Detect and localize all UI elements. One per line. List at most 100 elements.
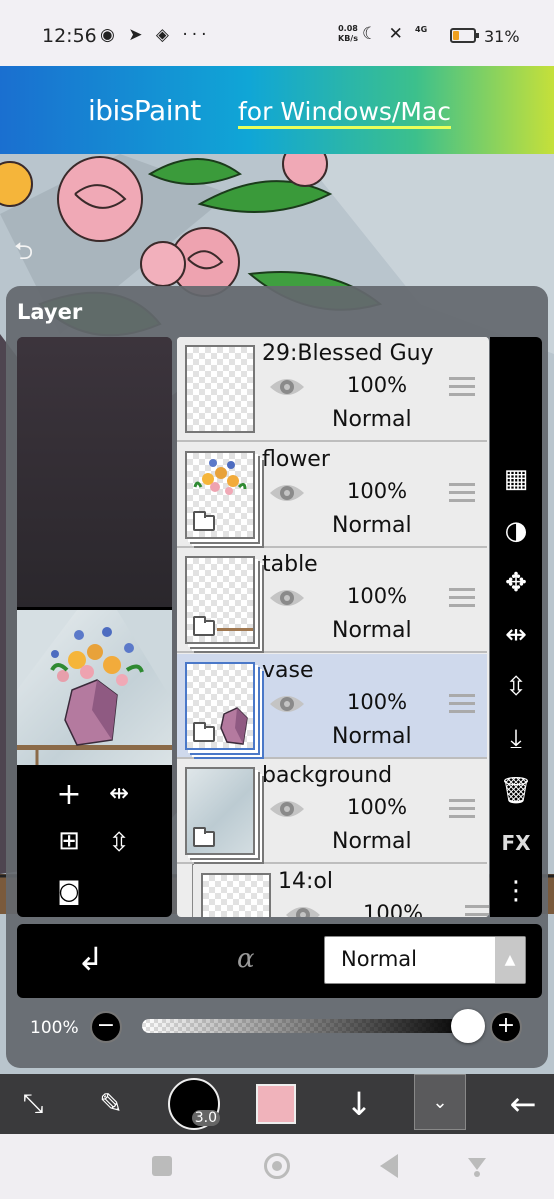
eye-icon[interactable]	[268, 375, 306, 399]
folder-icon	[193, 721, 215, 742]
layer-opacity: 100%	[347, 689, 408, 714]
drag-handle-icon[interactable]	[449, 799, 475, 819]
back-arrow-icon[interactable]: ←	[496, 1074, 550, 1134]
checkerboard-icon[interactable]: ▦	[496, 461, 536, 497]
brush-size-value: 3.0	[191, 1110, 220, 1126]
blend-mode-value: Normal	[341, 947, 417, 971]
canvas-preview[interactable]	[17, 610, 172, 765]
home-icon[interactable]	[264, 1153, 290, 1179]
layer-opacity: 100%	[347, 373, 408, 397]
folder-icon	[193, 510, 215, 531]
alpha-lock-button[interactable]: α	[237, 944, 255, 974]
battery-fill	[453, 31, 459, 40]
drag-handle-icon[interactable]	[449, 377, 475, 397]
layer-row[interactable]: background 100% Normal	[177, 759, 487, 864]
layer-thumbnail[interactable]	[185, 661, 255, 750]
layer-opacity: 100%	[363, 900, 424, 918]
flip-vertical-icon[interactable]: ⇳	[99, 823, 139, 863]
drag-handle-icon[interactable]	[449, 693, 475, 714]
layer-blend-mode: Normal	[332, 618, 412, 643]
flip-vertical-icon[interactable]: ⇳	[496, 669, 536, 705]
layer-thumbnail[interactable]	[185, 345, 255, 433]
plus-icon[interactable]: +	[49, 775, 89, 815]
battery-icon	[450, 28, 479, 43]
eye-icon[interactable]	[268, 797, 306, 821]
layer-blend-mode: Normal	[332, 512, 412, 538]
layer-row[interactable]: table 100% Normal	[177, 548, 487, 653]
net-speed-value: 0.08	[338, 24, 358, 33]
layer-left-tools: + ⇹ ⊞ ⇳ ◙	[17, 337, 172, 917]
assistant-icon[interactable]	[466, 1154, 488, 1178]
preview-artwork	[17, 610, 172, 765]
system-navbar	[0, 1134, 554, 1199]
eye-icon[interactable]	[268, 692, 306, 716]
layer-opacity: 100%	[347, 478, 408, 503]
layer-blend-mode: Normal	[332, 829, 412, 854]
layer-name: 29:Blessed Guy	[262, 341, 434, 366]
add-special-layer-icon[interactable]: ⊞	[49, 821, 89, 861]
layer-opacity: 100%	[347, 795, 408, 819]
layer-name: table	[262, 552, 318, 577]
layer-name: vase	[262, 657, 314, 683]
eye-icon[interactable]	[268, 481, 306, 505]
layer-row[interactable]: vase 100% Normal	[177, 653, 487, 759]
opacity-slider[interactable]	[142, 1009, 485, 1043]
layer-name: 14:ol	[278, 868, 333, 894]
transform-eraser-icon[interactable]: ⤡	[8, 1074, 58, 1134]
flip-horizontal-icon[interactable]: ⇹	[99, 773, 139, 813]
clipping-icon[interactable]: ↲	[77, 940, 104, 978]
drag-handle-icon[interactable]	[465, 904, 489, 918]
menu-chevron-icon[interactable]: ⌄	[414, 1074, 466, 1130]
color-swatch[interactable]	[256, 1084, 296, 1124]
net-speed: 0.08 KB/s	[338, 24, 358, 44]
layer-thumbnail[interactable]	[185, 556, 255, 644]
drag-handle-icon[interactable]	[449, 588, 475, 608]
layer-thumbnail[interactable]	[185, 450, 255, 539]
arrow-down-icon[interactable]: ↓	[334, 1074, 384, 1134]
status-time: 12:56	[42, 25, 97, 47]
merge-down-icon[interactable]: ⤓	[496, 721, 536, 757]
chevron-up-icon: ▲	[495, 937, 525, 983]
layer-panel: Layer + ⇹ ⊞ ⇳ ◙ 29:Blessed Guy 100% Norm…	[6, 286, 548, 1068]
flip-horizontal-icon[interactable]: ⇹	[496, 617, 536, 653]
layer-blend-mode: Normal	[332, 723, 412, 749]
more-vertical-icon[interactable]: ⋮	[496, 873, 536, 909]
status-bar: 12:56 ◉ ➤ ◈ ··· 0.08 KB/s ☾ ✕ 4G 31%	[0, 0, 554, 66]
camera-icon[interactable]: ◙	[49, 871, 89, 911]
layer-name: background	[262, 763, 393, 788]
drag-handle-icon[interactable]	[449, 482, 475, 503]
layer-thumbnail[interactable]	[185, 767, 255, 855]
panel-title: Layer	[17, 300, 83, 324]
moon-mute-icons: ☾ ✕	[362, 24, 406, 44]
layer-thumbnail[interactable]	[201, 872, 271, 917]
plus-icon[interactable]: +	[490, 1011, 522, 1043]
notification-icons: ◉ ➤ ◈ ···	[100, 25, 211, 45]
move-icon[interactable]: ✥	[496, 565, 536, 601]
layer-options-bar: ↲ α Normal ▲	[17, 924, 542, 998]
layer-row[interactable]: flower 100% Normal	[177, 442, 487, 548]
trash-icon[interactable]: 🗑	[496, 773, 536, 809]
blend-mode-select[interactable]: Normal ▲	[324, 936, 526, 984]
eye-icon[interactable]	[284, 903, 322, 918]
folder-icon	[193, 827, 215, 847]
slider-knob[interactable]	[451, 1009, 485, 1043]
undo-icon[interactable]: ⮌	[14, 234, 33, 275]
brush-size-button[interactable]: 3.0	[168, 1078, 220, 1130]
minus-icon[interactable]: −	[90, 1011, 122, 1043]
layer-list[interactable]: 29:Blessed Guy 100% Normal flower 100% Normal…	[177, 337, 489, 917]
half-circle-icon[interactable]: ◑	[496, 513, 536, 549]
net-speed-unit: KB/s	[338, 34, 358, 43]
nav-back-icon[interactable]	[380, 1154, 398, 1178]
recents-icon[interactable]	[152, 1156, 172, 1176]
bottom-toolbar: ⤡ ✎ 3.0 ↓ ⌄ ←	[0, 1074, 554, 1134]
opacity-label: 100%	[30, 1018, 79, 1038]
opacity-row: 100% − +	[26, 1009, 536, 1047]
layer-row[interactable]: 14:ol100%Normal	[193, 864, 489, 918]
brush-icon[interactable]: ✎	[86, 1074, 136, 1134]
net-type: 4G	[415, 25, 428, 34]
eye-icon[interactable]	[268, 586, 306, 610]
fx-button[interactable]: FX	[496, 825, 536, 861]
canvas-backdrop	[17, 337, 172, 607]
ad-banner[interactable]: ibisPaint for Windows/Mac	[0, 66, 554, 154]
layer-row[interactable]: 29:Blessed Guy 100% Normal	[177, 337, 487, 442]
